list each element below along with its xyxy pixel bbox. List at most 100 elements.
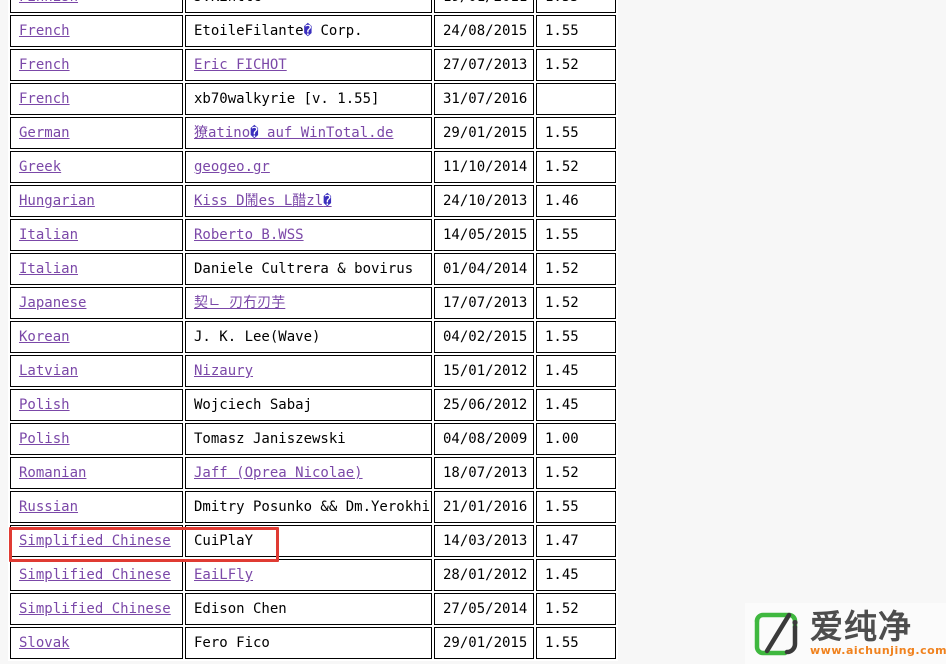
cell-language-link[interactable]: Greek: [19, 159, 61, 175]
cell-version: 1.52: [536, 593, 616, 625]
cell-author-link[interactable]: 契ㄴ 刃冇刃芋: [194, 295, 285, 311]
table-row: Finnish J.Kinttc 19/01/2011 1.55: [10, 0, 616, 13]
cell-language-link[interactable]: Simplified Chinese: [19, 567, 171, 583]
cell-date-text: 24/08/2015: [443, 23, 528, 39]
cell-author-link[interactable]: EaiLFly: [194, 567, 253, 583]
cell-version-text: 1.55: [545, 499, 579, 515]
table-body: Finnish J.Kinttc 19/01/2011 1.55 French Etoil…: [10, 0, 616, 659]
watermark-text: 爱纯净 www.aichunjing.com: [810, 609, 946, 658]
cell-version-text: 1.52: [545, 57, 579, 73]
cell-language-link[interactable]: Hungarian: [19, 193, 95, 209]
cell-language-link[interactable]: French: [19, 23, 70, 39]
cell-language-link[interactable]: Simplified Chinese: [19, 533, 171, 549]
cell-version: 1.55: [536, 491, 616, 523]
cell-version: 1.47: [536, 525, 616, 557]
cell-version-text: 1.52: [545, 465, 579, 481]
cell-date-text: 27/07/2013: [443, 57, 528, 73]
cell-date-text: 15/01/2012: [443, 363, 528, 379]
cell-date: 11/10/2014: [434, 151, 534, 183]
cell-author-link[interactable]: Eric FICHOT: [194, 57, 287, 73]
cell-author: Tomasz Janiszewski: [185, 423, 432, 455]
cell-language: Italian: [10, 253, 183, 285]
cell-author-link[interactable]: Nizaury: [194, 363, 253, 379]
cell-date: 21/01/2016: [434, 491, 534, 523]
cell-version: 1.45: [536, 355, 616, 387]
cell-author: Wojciech Sabaj: [185, 389, 432, 421]
cell-date: 29/01/2015: [434, 627, 534, 659]
cell-language: Slovak: [10, 627, 183, 659]
cell-language-link[interactable]: Polish: [19, 431, 70, 447]
cell-date-text: 01/04/2014: [443, 261, 528, 277]
cell-author: geogeo.gr: [185, 151, 432, 183]
cell-language-link[interactable]: Polish: [19, 397, 70, 413]
table-row: French Eric FICHOT 27/07/2013 1.52: [10, 49, 616, 81]
aichunjing-logo-icon: [751, 609, 801, 659]
cell-date: 15/01/2012: [434, 355, 534, 387]
table-row: French xb70walkyrie [v. 1.55] 31/07/2016: [10, 83, 616, 115]
cell-version: 1.55: [536, 15, 616, 47]
cell-version: [536, 83, 616, 115]
cell-date: 24/10/2013: [434, 185, 534, 217]
replacement-char-glyph: �: [250, 125, 259, 141]
cell-language-link[interactable]: Italian: [19, 261, 78, 277]
cell-language: Simplified Chinese: [10, 525, 183, 557]
cell-author-link[interactable]: geogeo.gr: [194, 159, 270, 175]
cell-date: 14/05/2015: [434, 219, 534, 251]
cell-author-link[interactable]: Roberto B.WSS: [194, 227, 304, 243]
cell-author-text: Wojciech Sabaj: [194, 397, 313, 413]
cell-author: Edison Chen: [185, 593, 432, 625]
cell-version-text: 1.55: [545, 635, 579, 651]
cell-language-link[interactable]: French: [19, 57, 70, 73]
cell-version: 1.45: [536, 559, 616, 591]
cell-language: Simplified Chinese: [10, 559, 183, 591]
cell-language: Italian: [10, 219, 183, 251]
cell-author-text: Tomasz Janiszewski: [194, 431, 346, 447]
cell-language-link[interactable]: Simplified Chinese: [19, 601, 171, 617]
cell-date-text: 28/01/2012: [443, 567, 528, 583]
cell-language-link[interactable]: German: [19, 125, 70, 141]
cell-date-text: 04/02/2015: [443, 329, 528, 345]
cell-language: Korean: [10, 321, 183, 353]
cell-author-link[interactable]: Jaff (Oprea Nicolae): [194, 465, 363, 481]
table-row: Simplified Chinese CuiPlaY 14/03/2013 1.47: [10, 525, 616, 557]
cell-date-text: 14/05/2015: [443, 227, 528, 243]
cell-language: Japanese: [10, 287, 183, 319]
cell-version: 1.52: [536, 151, 616, 183]
cell-language-link[interactable]: French: [19, 91, 70, 107]
cell-version-text: 1.55: [545, 329, 579, 345]
cell-version-text: 1.45: [545, 397, 579, 413]
cell-date-text: 21/01/2016: [443, 499, 528, 515]
cell-language-link[interactable]: Italian: [19, 227, 78, 243]
translators-table: Finnish J.Kinttc 19/01/2011 1.55 French Etoil…: [8, 0, 618, 661]
cell-language-link[interactable]: Russian: [19, 499, 78, 515]
table-row: Latvian Nizaury 15/01/2012 1.45: [10, 355, 616, 387]
cell-author-text: Fero Fico: [194, 635, 270, 651]
cell-date-text: 27/05/2014: [443, 601, 528, 617]
table-row: Russian Dmitry Posunko && Dm.Yerokhin 21/0…: [10, 491, 616, 523]
cell-author-text: J.Kinttc: [194, 0, 261, 5]
cell-language-link[interactable]: Finnish: [19, 0, 78, 5]
cell-language-link[interactable]: Slovak: [19, 635, 70, 651]
cell-author-link[interactable]: Kiss D鬧es L醋zl�: [194, 193, 332, 209]
table-row: German 獠atino� auf WinTotal.de 29/01/2015 1…: [10, 117, 616, 149]
cell-author: Fero Fico: [185, 627, 432, 659]
cell-author: xb70walkyrie [v. 1.55]: [185, 83, 432, 115]
cell-language-link[interactable]: Korean: [19, 329, 70, 345]
cell-language-link[interactable]: Japanese: [19, 295, 86, 311]
cell-language-link[interactable]: Romanian: [19, 465, 86, 481]
cell-version-text: 1.45: [545, 567, 579, 583]
table-row: Polish Tomasz Janiszewski 04/08/2009 1.00: [10, 423, 616, 455]
cell-date-text: 17/07/2013: [443, 295, 528, 311]
cell-author: 契ㄴ 刃冇刃芋: [185, 287, 432, 319]
cell-language: Simplified Chinese: [10, 593, 183, 625]
cell-date: 18/07/2013: [434, 457, 534, 489]
replacement-char-glyph: �: [303, 23, 313, 39]
cell-version: 1.45: [536, 389, 616, 421]
cell-author: EaiLFly: [185, 559, 432, 591]
cell-language-link[interactable]: Latvian: [19, 363, 78, 379]
cell-version-text: 1.55: [545, 23, 579, 39]
table-row: Japanese 契ㄴ 刃冇刃芋 17/07/2013 1.52: [10, 287, 616, 319]
cell-author-link[interactable]: 獠atino� auf WinTotal.de: [194, 125, 393, 141]
cell-version: 1.55: [536, 321, 616, 353]
cell-version-text: 1.00: [545, 431, 579, 447]
